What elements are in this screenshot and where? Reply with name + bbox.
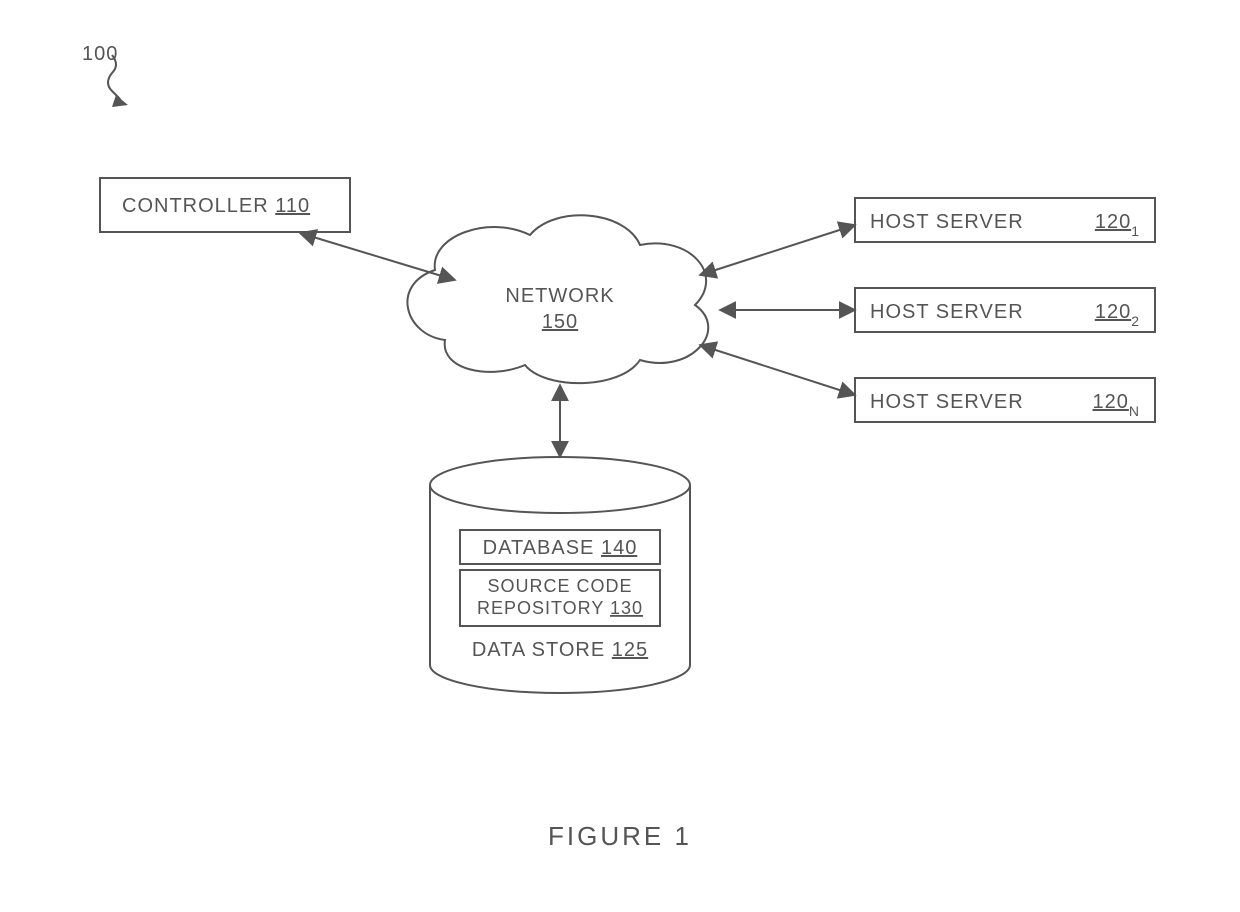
figure-ref: 100 xyxy=(82,43,128,107)
svg-text:150: 150 xyxy=(542,311,578,333)
host-server-1: HOST SERVER 1201 xyxy=(855,198,1155,242)
svg-text:HOST SERVER: HOST SERVER xyxy=(870,211,1024,233)
host-server-n: HOST SERVER 120N xyxy=(855,378,1155,422)
svg-text:HOST SERVER: HOST SERVER xyxy=(870,391,1024,413)
svg-text:NETWORK: NETWORK xyxy=(505,285,614,307)
svg-text:100: 100 xyxy=(82,43,118,65)
datastore-cylinder: DATABASE 140 SOURCE CODE REPOSITORY 130 … xyxy=(430,457,690,693)
connectors xyxy=(300,225,855,457)
network-cloud: NETWORK 150 xyxy=(407,215,708,383)
host-server-2: HOST SERVER 1202 xyxy=(855,288,1155,332)
svg-text:REPOSITORY 130: REPOSITORY 130 xyxy=(477,598,643,618)
svg-text:CONTROLLER 110: CONTROLLER 110 xyxy=(122,195,310,217)
svg-text:DATA STORE 125: DATA STORE 125 xyxy=(472,639,648,661)
svg-text:1201: 1201 xyxy=(1095,211,1140,239)
svg-text:HOST SERVER: HOST SERVER xyxy=(870,301,1024,323)
controller-box: CONTROLLER 110 xyxy=(100,178,350,232)
figure-caption: FIGURE 1 xyxy=(548,821,692,851)
svg-text:SOURCE CODE: SOURCE CODE xyxy=(487,576,632,596)
svg-text:DATABASE 140: DATABASE 140 xyxy=(483,537,638,559)
svg-text:1202: 1202 xyxy=(1095,301,1140,329)
svg-text:120N: 120N xyxy=(1093,391,1141,419)
